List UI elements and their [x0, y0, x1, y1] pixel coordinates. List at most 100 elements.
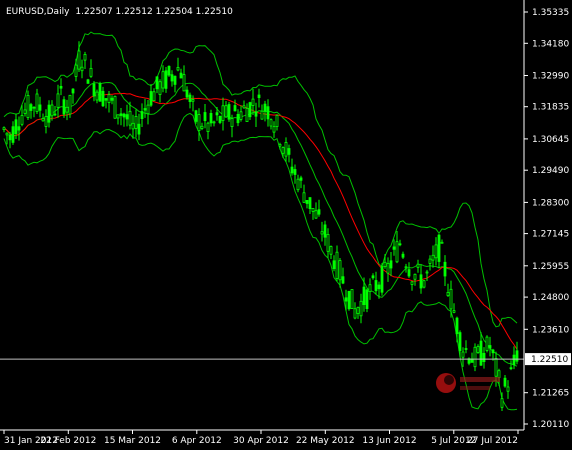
- candle-body: [131, 122, 135, 130]
- candle-body: [308, 197, 312, 210]
- candle-body: [26, 95, 30, 118]
- candle-body: [473, 346, 477, 368]
- candle-body: [464, 348, 468, 350]
- candle-body: [431, 254, 435, 261]
- candle-body: [503, 377, 507, 387]
- candle-body: [173, 75, 177, 85]
- chart-window[interactable]: 1.35335 1.34180 1.32990 1.31835 1.30645 1.294…: [0, 0, 572, 450]
- x-tick-label: 22 May 2012: [296, 436, 355, 446]
- candle-body: [92, 83, 96, 97]
- candle-body: [311, 208, 315, 212]
- candle-body: [428, 258, 432, 264]
- y-tick-label: 1.34180: [532, 39, 569, 49]
- candle-body: [200, 125, 204, 129]
- candle-body: [338, 260, 342, 281]
- candle-body: [233, 105, 237, 112]
- candle-body: [95, 91, 99, 101]
- candle-body: [128, 110, 132, 126]
- candle-body: [209, 113, 213, 124]
- chart-background: [0, 0, 572, 450]
- candle-body: [356, 307, 360, 314]
- candle-body: [512, 354, 516, 366]
- candle-body: [335, 251, 339, 279]
- candle-body: [260, 110, 264, 120]
- candle-body: [194, 110, 198, 122]
- candle-body: [353, 308, 357, 319]
- chart-canvas[interactable]: 1.35335 1.34180 1.32990 1.31835 1.30645 1.294…: [0, 0, 572, 450]
- candle-body: [182, 74, 186, 92]
- candle-body: [152, 91, 156, 102]
- candle-body: [293, 169, 297, 175]
- candle-body: [257, 94, 261, 98]
- candle-body: [377, 284, 381, 290]
- x-tick-label: 6 Apr 2012: [172, 436, 222, 446]
- candle-body: [248, 102, 252, 118]
- candle-body: [416, 263, 420, 268]
- candle-body: [302, 192, 306, 203]
- candle-body: [326, 233, 330, 252]
- candle-body: [20, 115, 24, 125]
- candle-body: [62, 99, 66, 115]
- candle-body: [251, 98, 255, 106]
- candle-body: [59, 86, 63, 89]
- candle-body: [53, 113, 57, 116]
- candle-body: [224, 105, 228, 118]
- candle-body: [227, 104, 231, 120]
- candle-body: [215, 112, 219, 116]
- candle-body: [422, 280, 426, 288]
- y-tick-label: 1.23610: [532, 325, 569, 335]
- candle-body: [236, 114, 240, 124]
- candle-body: [17, 126, 21, 131]
- candle-body: [452, 310, 456, 313]
- candle-body: [137, 123, 141, 135]
- candle-body: [158, 81, 162, 95]
- candle-body: [482, 352, 486, 362]
- candle-body: [56, 93, 60, 108]
- candle-body: [347, 290, 351, 310]
- candle-body: [407, 269, 411, 277]
- candle-body: [425, 271, 429, 274]
- candle-body: [113, 96, 117, 119]
- candle-body: [494, 358, 498, 377]
- x-tick-label: 27 Jul 2012: [467, 436, 518, 446]
- candle-body: [176, 67, 180, 71]
- current-price-text: 1.22510: [531, 355, 568, 365]
- candle-body: [305, 199, 309, 204]
- candle-body: [398, 243, 402, 246]
- candle-body: [455, 317, 459, 335]
- x-tick-label: 13 Jun 2012: [362, 436, 416, 446]
- candle-body: [497, 370, 501, 378]
- candle-body: [485, 336, 489, 351]
- candle-body: [362, 286, 366, 306]
- y-tick-label: 1.29490: [532, 166, 569, 176]
- candle-body: [86, 79, 90, 84]
- candle-body: [449, 288, 453, 310]
- candle-body: [11, 126, 15, 143]
- watermark-bar: [460, 386, 490, 390]
- candle-body: [269, 119, 273, 127]
- candle-body: [506, 386, 510, 392]
- candle-body: [71, 88, 75, 94]
- candle-body: [170, 74, 174, 82]
- candle-body: [212, 121, 216, 124]
- candle-body: [179, 72, 183, 79]
- candle-body: [80, 66, 84, 72]
- candle-body: [341, 276, 345, 284]
- symbol-timeframe: EURUSD,Daily: [6, 7, 70, 17]
- candle-body: [8, 134, 12, 141]
- candle-body: [68, 94, 72, 115]
- y-tick-label: 1.25955: [532, 262, 569, 272]
- candle-body: [239, 111, 243, 120]
- candle-body: [206, 122, 210, 132]
- candle-body: [65, 106, 69, 113]
- candle-body: [278, 143, 282, 147]
- y-tick-label: 1.30645: [532, 135, 569, 145]
- candle-body: [314, 210, 318, 219]
- candle-body: [83, 54, 87, 61]
- current-price-label: 1.22510: [525, 353, 571, 366]
- candle-body: [419, 274, 423, 289]
- candle-body: [245, 108, 249, 123]
- y-tick-label: 1.20110: [532, 420, 569, 430]
- y-tick-label: 1.24800: [532, 293, 569, 303]
- candle-body: [443, 261, 447, 277]
